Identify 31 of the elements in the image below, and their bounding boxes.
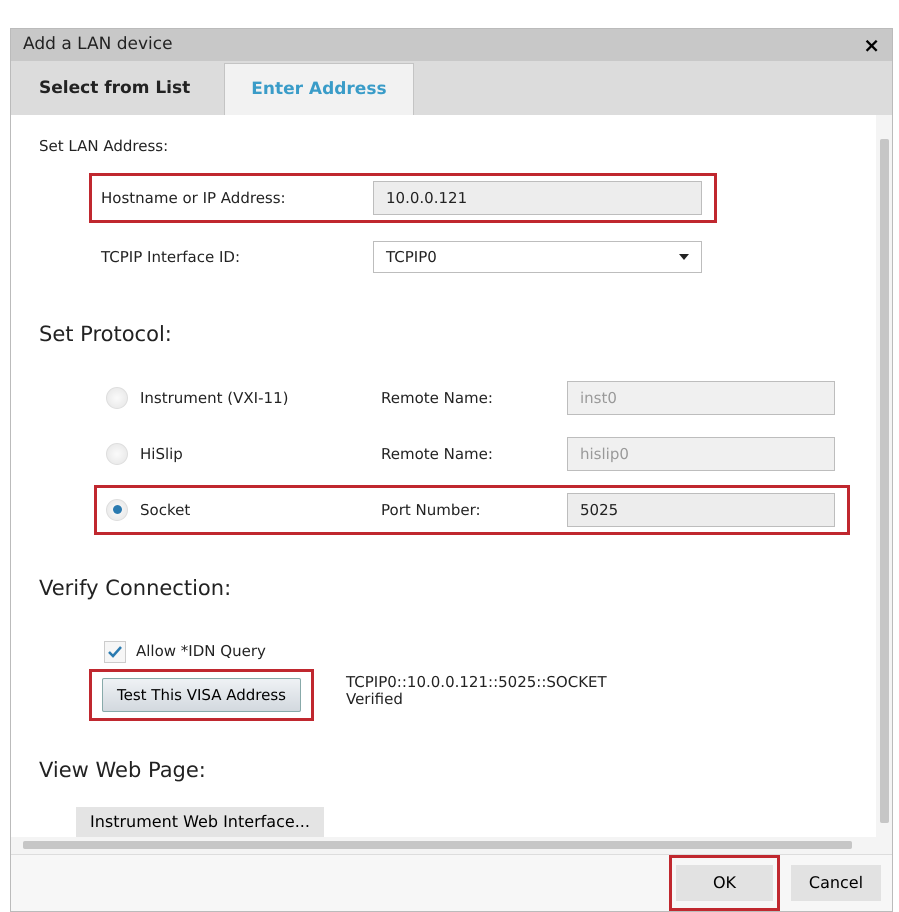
field-label: Remote Name: — [381, 444, 494, 465]
vertical-scrollbar[interactable] — [876, 114, 892, 837]
option-label: Socket — [140, 500, 192, 521]
option-label: Instrument (VXI-11) — [140, 388, 290, 409]
tab[interactable]: Select from List — [13, 62, 216, 115]
window-title: Add a LAN device — [23, 33, 173, 56]
input-field[interactable]: 10.0.0.121 — [373, 181, 702, 216]
input-field[interactable]: 5025 — [567, 492, 835, 527]
field-label: Port Number: — [381, 500, 482, 521]
status-text: TCPIP0::10.0.0.121::5025::SOCKET — [346, 674, 607, 692]
checkmark-icon — [108, 646, 122, 658]
field-label: TCPIP Interface ID: — [101, 247, 241, 268]
dialog-button[interactable]: OK — [676, 865, 773, 901]
checkbox[interactable] — [104, 640, 126, 663]
horizontal-scrollbar[interactable] — [11, 836, 892, 854]
dropdown[interactable]: TCPIP0 — [373, 241, 702, 274]
checkbox-label: Allow *IDN Query — [136, 641, 266, 662]
field-label: Remote Name: — [381, 388, 494, 409]
web-interface-button[interactable]: Instrument Web Interface... — [76, 806, 324, 837]
option-label: HiSlip — [140, 444, 184, 465]
section-heading: Verify Connection: — [39, 574, 232, 602]
close-button[interactable]: × — [861, 35, 882, 56]
dialog-button[interactable]: Cancel — [791, 865, 881, 901]
section-heading: View Web Page: — [39, 757, 207, 784]
test-button[interactable]: Test This VISA Address — [102, 678, 301, 712]
caret-icon — [679, 254, 689, 260]
radio-button[interactable] — [106, 498, 128, 521]
section-label: Set LAN Address: — [39, 136, 170, 157]
status-text: Verified — [346, 691, 404, 708]
section-heading: Set Protocol: — [39, 321, 173, 348]
field-label: Hostname or IP Address: — [101, 188, 287, 210]
